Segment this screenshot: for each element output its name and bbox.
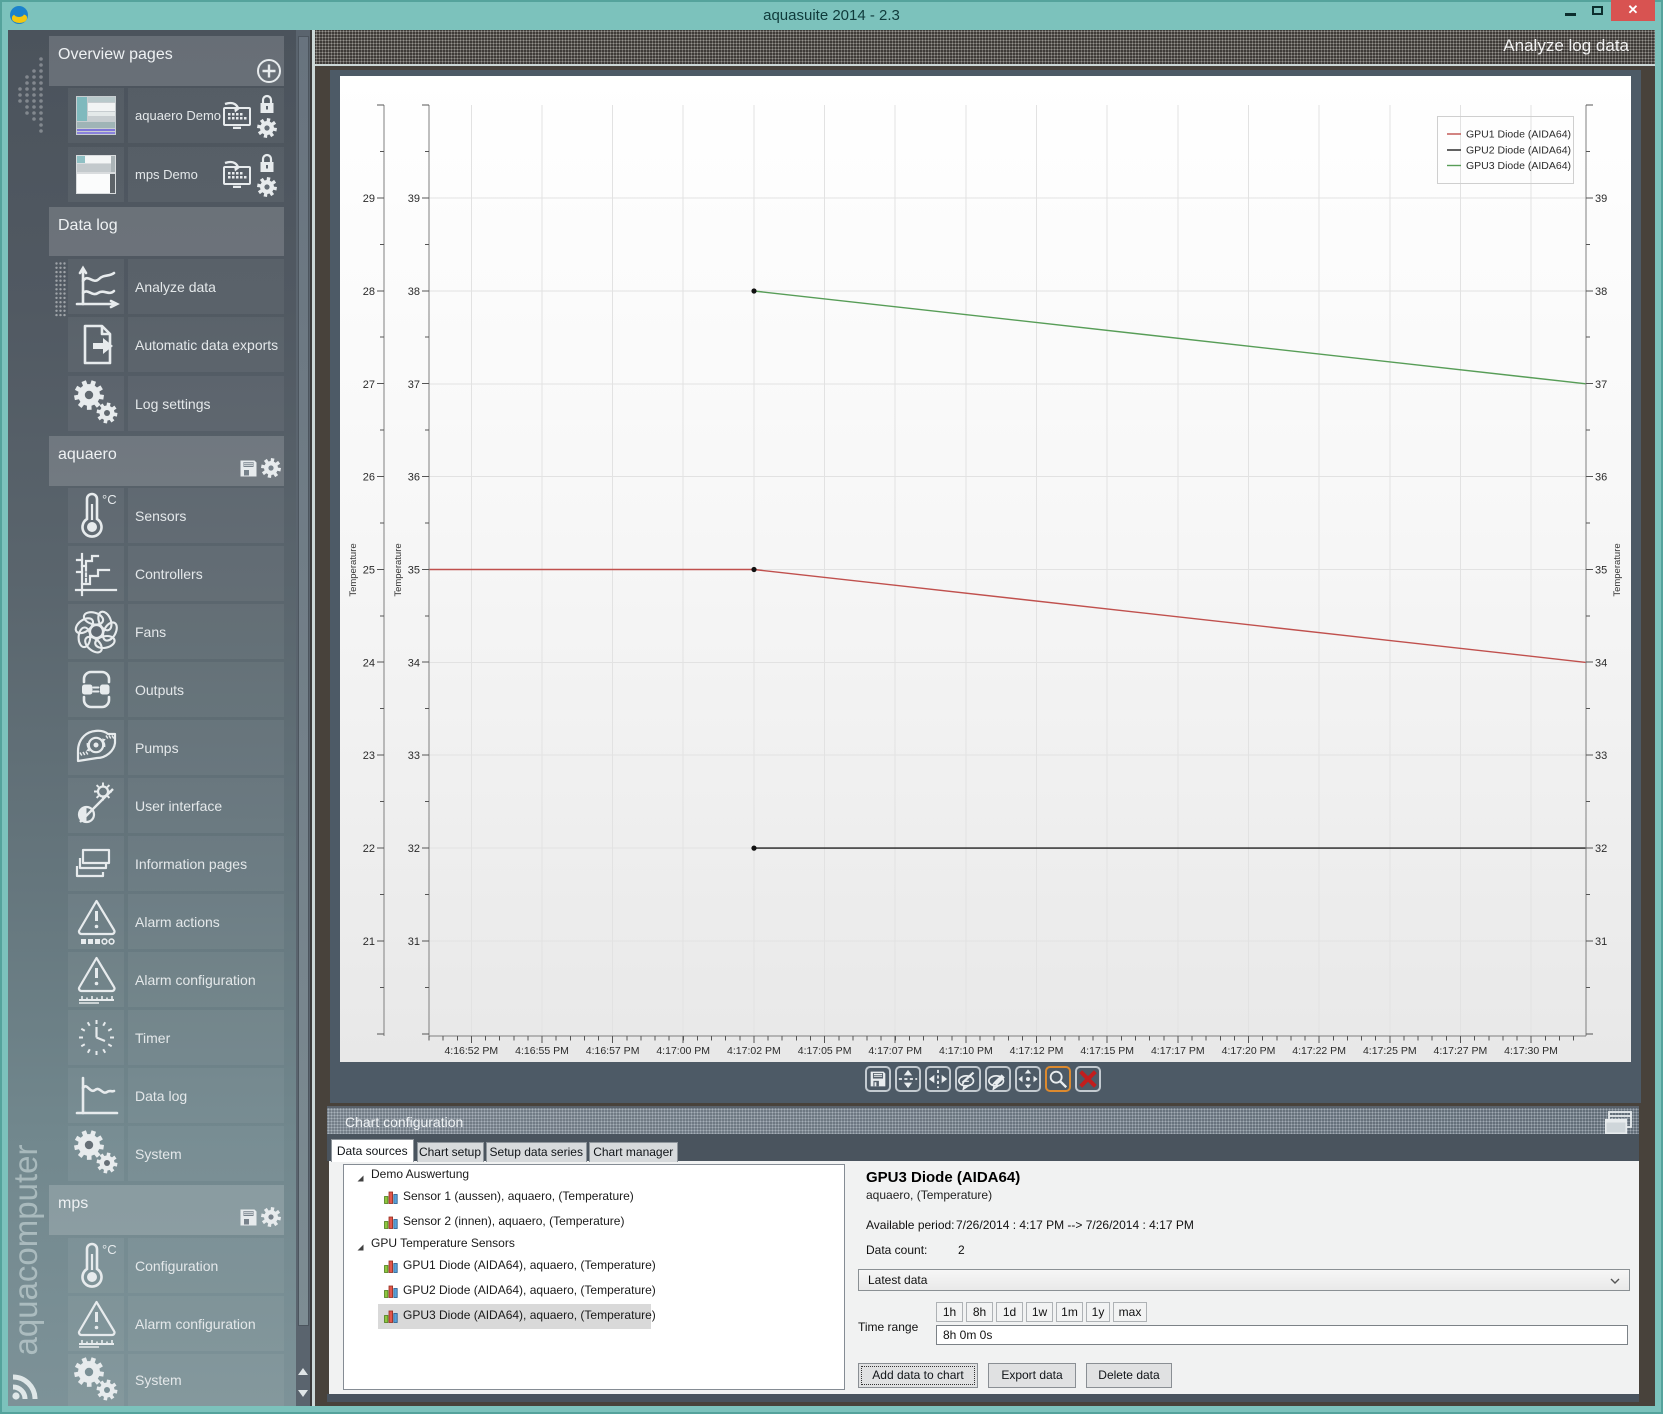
svg-text:36: 36 <box>408 472 420 484</box>
svg-text:38: 38 <box>1595 286 1607 298</box>
svg-text:4:17:22 PM: 4:17:22 PM <box>1292 1045 1346 1057</box>
svg-text:4:17:30 PM: 4:17:30 PM <box>1504 1045 1558 1057</box>
svg-text:27: 27 <box>363 379 375 391</box>
svg-text:4:17:27 PM: 4:17:27 PM <box>1434 1045 1488 1057</box>
svg-text:31: 31 <box>1595 936 1607 948</box>
svg-text:4:17:17 PM: 4:17:17 PM <box>1151 1045 1205 1057</box>
svg-text:4:16:57 PM: 4:16:57 PM <box>586 1045 640 1057</box>
svg-text:34: 34 <box>1595 657 1607 669</box>
svg-text:°C: °C <box>102 1242 117 1257</box>
svg-text:4:16:55 PM: 4:16:55 PM <box>515 1045 569 1057</box>
svg-text:Temperature: Temperature <box>1612 543 1623 596</box>
svg-text:32: 32 <box>408 843 420 855</box>
svg-text:4:17:07 PM: 4:17:07 PM <box>868 1045 922 1057</box>
svg-text:4:17:20 PM: 4:17:20 PM <box>1222 1045 1276 1057</box>
svg-text:°C: °C <box>102 492 117 507</box>
svg-text:35: 35 <box>1595 565 1607 577</box>
svg-text:4:17:10 PM: 4:17:10 PM <box>939 1045 993 1057</box>
svg-text:4:17:00 PM: 4:17:00 PM <box>656 1045 710 1057</box>
svg-text:GPU3 Diode (AIDA64): GPU3 Diode (AIDA64) <box>1466 160 1571 172</box>
svg-text:GPU1 Diode (AIDA64): GPU1 Diode (AIDA64) <box>1466 129 1571 141</box>
svg-text:32: 32 <box>1595 843 1607 855</box>
svg-text:Temperature: Temperature <box>393 543 404 596</box>
svg-text:4:17:05 PM: 4:17:05 PM <box>798 1045 852 1057</box>
svg-text:4:17:25 PM: 4:17:25 PM <box>1363 1045 1417 1057</box>
svg-text:4:17:12 PM: 4:17:12 PM <box>1010 1045 1064 1057</box>
svg-text:37: 37 <box>1595 379 1607 391</box>
svg-text:Temperature: Temperature <box>348 543 359 596</box>
svg-text:39: 39 <box>1595 193 1607 205</box>
svg-text:21: 21 <box>363 936 375 948</box>
svg-text:24: 24 <box>363 657 375 669</box>
svg-text:33: 33 <box>1595 750 1607 762</box>
svg-text:22: 22 <box>363 843 375 855</box>
svg-text:33: 33 <box>408 750 420 762</box>
svg-text:39: 39 <box>408 193 420 205</box>
svg-text:34: 34 <box>408 657 420 669</box>
svg-text:31: 31 <box>408 936 420 948</box>
svg-text:26: 26 <box>363 472 375 484</box>
svg-text:4:17:02 PM: 4:17:02 PM <box>727 1045 781 1057</box>
svg-text:37: 37 <box>408 379 420 391</box>
svg-text:29: 29 <box>363 193 375 205</box>
svg-text:23: 23 <box>363 750 375 762</box>
svg-text:25: 25 <box>363 565 375 577</box>
svg-text:4:17:15 PM: 4:17:15 PM <box>1080 1045 1134 1057</box>
svg-text:GPU2 Diode (AIDA64): GPU2 Diode (AIDA64) <box>1466 145 1571 157</box>
svg-text:35: 35 <box>408 565 420 577</box>
svg-text:28: 28 <box>363 286 375 298</box>
svg-text:36: 36 <box>1595 472 1607 484</box>
svg-text:4:16:52 PM: 4:16:52 PM <box>444 1045 498 1057</box>
svg-text:38: 38 <box>408 286 420 298</box>
